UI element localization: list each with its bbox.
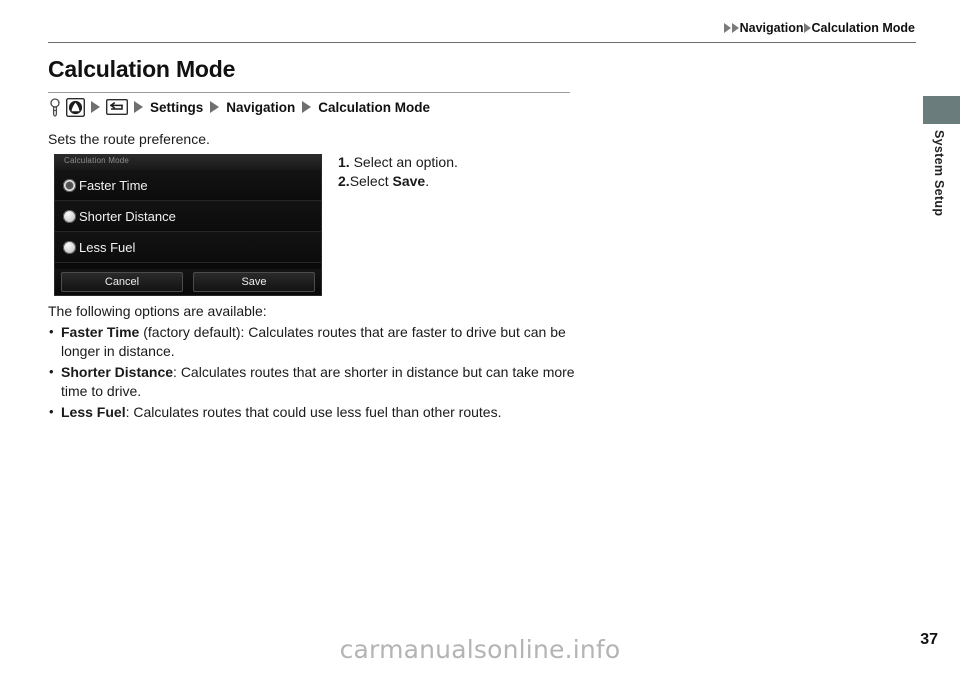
step-number: 1. xyxy=(338,154,350,170)
device-option-label: Less Fuel xyxy=(79,239,136,255)
option-term: Less Fuel xyxy=(61,403,126,420)
title-divider xyxy=(48,92,570,93)
section-tab-label: System Setup xyxy=(932,130,946,217)
page-title: Calculation Mode xyxy=(48,56,236,82)
device-option-label: Shorter Distance xyxy=(79,208,176,224)
breadcrumb: Navigation Calculation Mode xyxy=(48,18,915,38)
step-text-after: . xyxy=(425,173,430,189)
step-text: Select an option. xyxy=(353,154,458,170)
ignition-key-icon xyxy=(48,97,62,117)
cancel-button[interactable]: Cancel xyxy=(61,272,183,292)
device-screenshot: Calculation Mode Faster Time Shorter Dis… xyxy=(54,154,322,296)
triangle-right-icon xyxy=(723,23,731,33)
option-term: Faster Time xyxy=(61,323,140,340)
header-divider xyxy=(48,42,916,43)
save-button[interactable]: Save xyxy=(193,272,315,292)
watermark: carmanualsonline.info xyxy=(339,635,621,664)
triangle-right-icon xyxy=(91,101,100,113)
triangle-right-icon xyxy=(210,101,220,113)
device-option-less-fuel[interactable]: Less Fuel xyxy=(55,232,321,263)
menu-path-item-settings: Settings xyxy=(150,99,204,115)
breadcrumb-item-navigation: Navigation xyxy=(739,21,804,35)
radio-unselected-icon[interactable] xyxy=(63,209,76,223)
step-list: 1. Select an option. 2.Select Save. xyxy=(338,153,458,191)
device-option-faster-time[interactable]: Faster Time xyxy=(55,170,321,201)
triangle-right-icon xyxy=(134,101,143,113)
step-item-1: 1. Select an option. xyxy=(338,153,458,172)
radio-selected-icon[interactable] xyxy=(63,178,76,192)
option-description-list: Faster Time (factory default): Calculate… xyxy=(48,322,578,423)
breadcrumb-item-calculation-mode: Calculation Mode xyxy=(811,21,915,35)
device-button-row: Cancel Save xyxy=(55,269,321,295)
step-text-before: Select xyxy=(349,173,393,189)
list-item: Faster Time (factory default): Calculate… xyxy=(48,322,578,362)
triangle-right-icon xyxy=(302,101,312,113)
section-tab-marker xyxy=(923,96,960,124)
body-lead: The following options are available: xyxy=(48,303,267,319)
menu-path-item-navigation: Navigation xyxy=(226,99,296,115)
page-number: 37 xyxy=(920,631,938,648)
list-item: Shorter Distance: Calculates routes that… xyxy=(48,362,578,402)
triangle-right-icon xyxy=(731,23,739,33)
device-option-label: Faster Time xyxy=(79,177,148,193)
device-screen-title: Calculation Mode xyxy=(64,156,130,165)
home-nav-button-icon xyxy=(66,97,85,117)
intro-text: Sets the route preference. xyxy=(48,131,210,147)
step-text-emphasis: Save xyxy=(392,173,426,189)
menu-path-item-calculation-mode: Calculation Mode xyxy=(318,99,431,115)
device-option-shorter-distance[interactable]: Shorter Distance xyxy=(55,201,321,232)
step-item-2: 2.Select Save. xyxy=(338,172,458,191)
step-number: 2. xyxy=(338,173,350,189)
device-option-list: Faster Time Shorter Distance Less Fuel xyxy=(55,170,321,263)
menu-path: Settings Navigation Calculation Mode xyxy=(48,96,431,118)
option-description: : Calculates routes that could use less … xyxy=(125,403,502,420)
radio-unselected-icon[interactable] xyxy=(63,240,76,254)
option-term: Shorter Distance xyxy=(61,363,174,380)
device-titlebar: Calculation Mode xyxy=(55,155,321,171)
body-copy: The following options are available: Fas… xyxy=(48,302,578,423)
triangle-right-icon xyxy=(803,23,811,33)
list-item: Less Fuel: Calculates routes that could … xyxy=(48,402,578,423)
back-button-icon xyxy=(106,99,128,115)
